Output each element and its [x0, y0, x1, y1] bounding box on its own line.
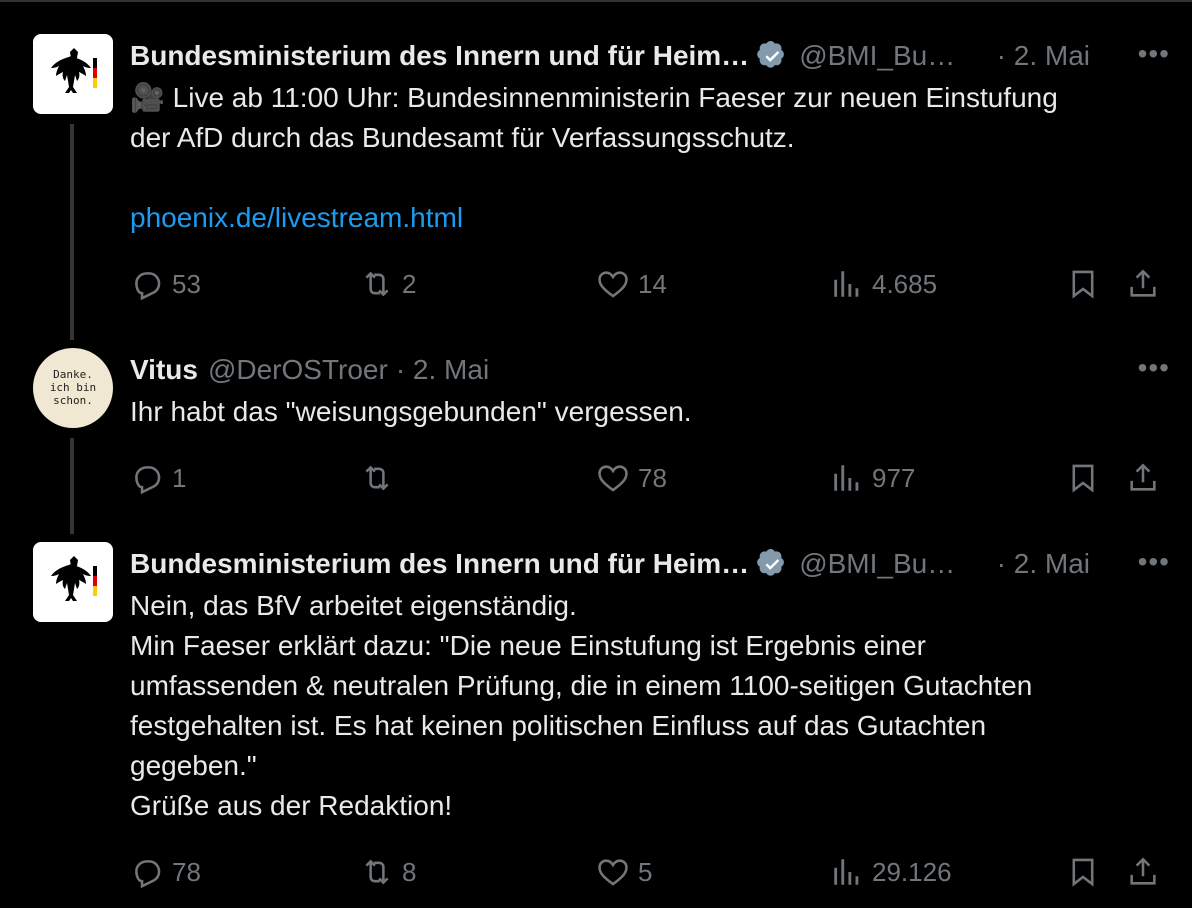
like-count: 5 — [638, 856, 653, 887]
avatar[interactable]: Danke. ich bin schon. — [33, 348, 113, 428]
reply-count: 78 — [172, 856, 201, 887]
retweet-count: 8 — [402, 856, 417, 887]
bookmark-icon — [1072, 270, 1094, 299]
tweet-date[interactable]: · 2. Mai — [396, 354, 489, 386]
like-button[interactable]: 78 — [596, 458, 667, 498]
views-count: 4.685 — [872, 268, 938, 299]
retweet-icon — [365, 859, 389, 885]
views-count: 29.126 — [872, 856, 952, 887]
tweet-date[interactable]: · 2. Mai — [997, 40, 1090, 72]
top-divider — [0, 0, 1192, 2]
tweet-date[interactable]: · 2. Mai — [997, 548, 1090, 580]
avatar[interactable] — [33, 34, 113, 114]
reply-button[interactable]: 78 — [130, 852, 201, 892]
like-icon — [598, 465, 628, 492]
like-count: 78 — [638, 462, 667, 493]
avatar[interactable] — [33, 542, 113, 622]
reply-icon — [135, 272, 161, 301]
tweet[interactable]: Danke. ich bin schon. Vitus @DerOSTroer … — [0, 348, 1192, 508]
views-count: 977 — [872, 462, 916, 493]
like-icon — [598, 859, 628, 886]
tweet[interactable]: Bundesministerium des Innern und für Hei… — [0, 34, 1192, 324]
reply-button[interactable]: 53 — [130, 264, 201, 304]
reply-button[interactable]: 1 — [130, 458, 186, 498]
share-icon — [1130, 857, 1156, 885]
like-button[interactable]: 14 — [596, 264, 667, 304]
retweet-icon — [365, 465, 389, 491]
bookmark-button[interactable] — [1066, 264, 1100, 304]
reply-icon — [135, 860, 161, 889]
video-camera-icon: 🎥 — [130, 82, 165, 113]
verified-badge-icon[interactable] — [757, 548, 789, 580]
views-icon — [834, 859, 859, 885]
tweet-text: Live ab 11:00 Uhr: Bundesinnenministerin… — [130, 82, 1058, 153]
author-name[interactable]: Bundesministerium des Innern und für Hei… — [130, 40, 749, 72]
author-name[interactable]: Vitus — [130, 354, 198, 386]
reply-count: 53 — [172, 268, 201, 299]
like-icon — [598, 271, 628, 298]
eagle-logo-icon — [51, 556, 97, 601]
tweet[interactable]: Bundesministerium des Innern und für Hei… — [0, 542, 1192, 902]
views-button[interactable]: 977 — [830, 458, 915, 498]
share-button[interactable] — [1126, 852, 1160, 892]
bookmark-button[interactable] — [1066, 458, 1100, 498]
retweet-button[interactable]: 8 — [360, 852, 416, 892]
views-button[interactable]: 4.685 — [830, 264, 937, 304]
retweet-icon — [365, 271, 389, 297]
like-button[interactable]: 5 — [596, 852, 652, 892]
author-handle[interactable]: @DerOSTroer — [208, 354, 388, 386]
retweet-count: 2 — [402, 268, 417, 299]
eagle-logo-icon — [51, 48, 97, 93]
bookmark-button[interactable] — [1066, 852, 1100, 892]
reply-icon — [135, 466, 161, 495]
more-options-icon[interactable]: ••• — [1138, 352, 1170, 384]
tweet-text: Nein, das BfV arbeitet eigenständig. Min… — [130, 590, 1033, 821]
author-handle[interactable]: @BMI_Bu… — [799, 40, 955, 72]
tweet-text-block: 🎥 Live ab 11:00 Uhr: Bundesinnenminister… — [130, 78, 1162, 158]
bookmark-icon — [1072, 858, 1094, 887]
share-button[interactable] — [1126, 264, 1160, 304]
share-icon — [1130, 269, 1156, 297]
more-options-icon[interactable]: ••• — [1138, 38, 1170, 70]
verified-badge-icon[interactable] — [757, 40, 789, 72]
reply-count: 1 — [172, 462, 187, 493]
like-count: 14 — [638, 268, 667, 299]
views-button[interactable]: 29.126 — [830, 852, 952, 892]
more-options-icon[interactable]: ••• — [1138, 546, 1170, 578]
tweet-link[interactable]: phoenix.de/livestream.html — [130, 198, 1162, 238]
author-name[interactable]: Bundesministerium des Innern und für Hei… — [130, 548, 749, 580]
avatar-text: Danke. ich bin schon. — [49, 368, 97, 407]
retweet-button[interactable] — [360, 458, 402, 498]
share-icon — [1130, 463, 1156, 491]
tweet-text: Ihr habt das "weisungsgebunden" vergesse… — [130, 396, 692, 427]
share-button[interactable] — [1126, 458, 1160, 498]
retweet-button[interactable]: 2 — [360, 264, 416, 304]
bookmark-icon — [1072, 464, 1094, 493]
author-handle[interactable]: @BMI_Bu… — [799, 548, 955, 580]
views-icon — [834, 465, 859, 491]
views-icon — [834, 271, 859, 297]
